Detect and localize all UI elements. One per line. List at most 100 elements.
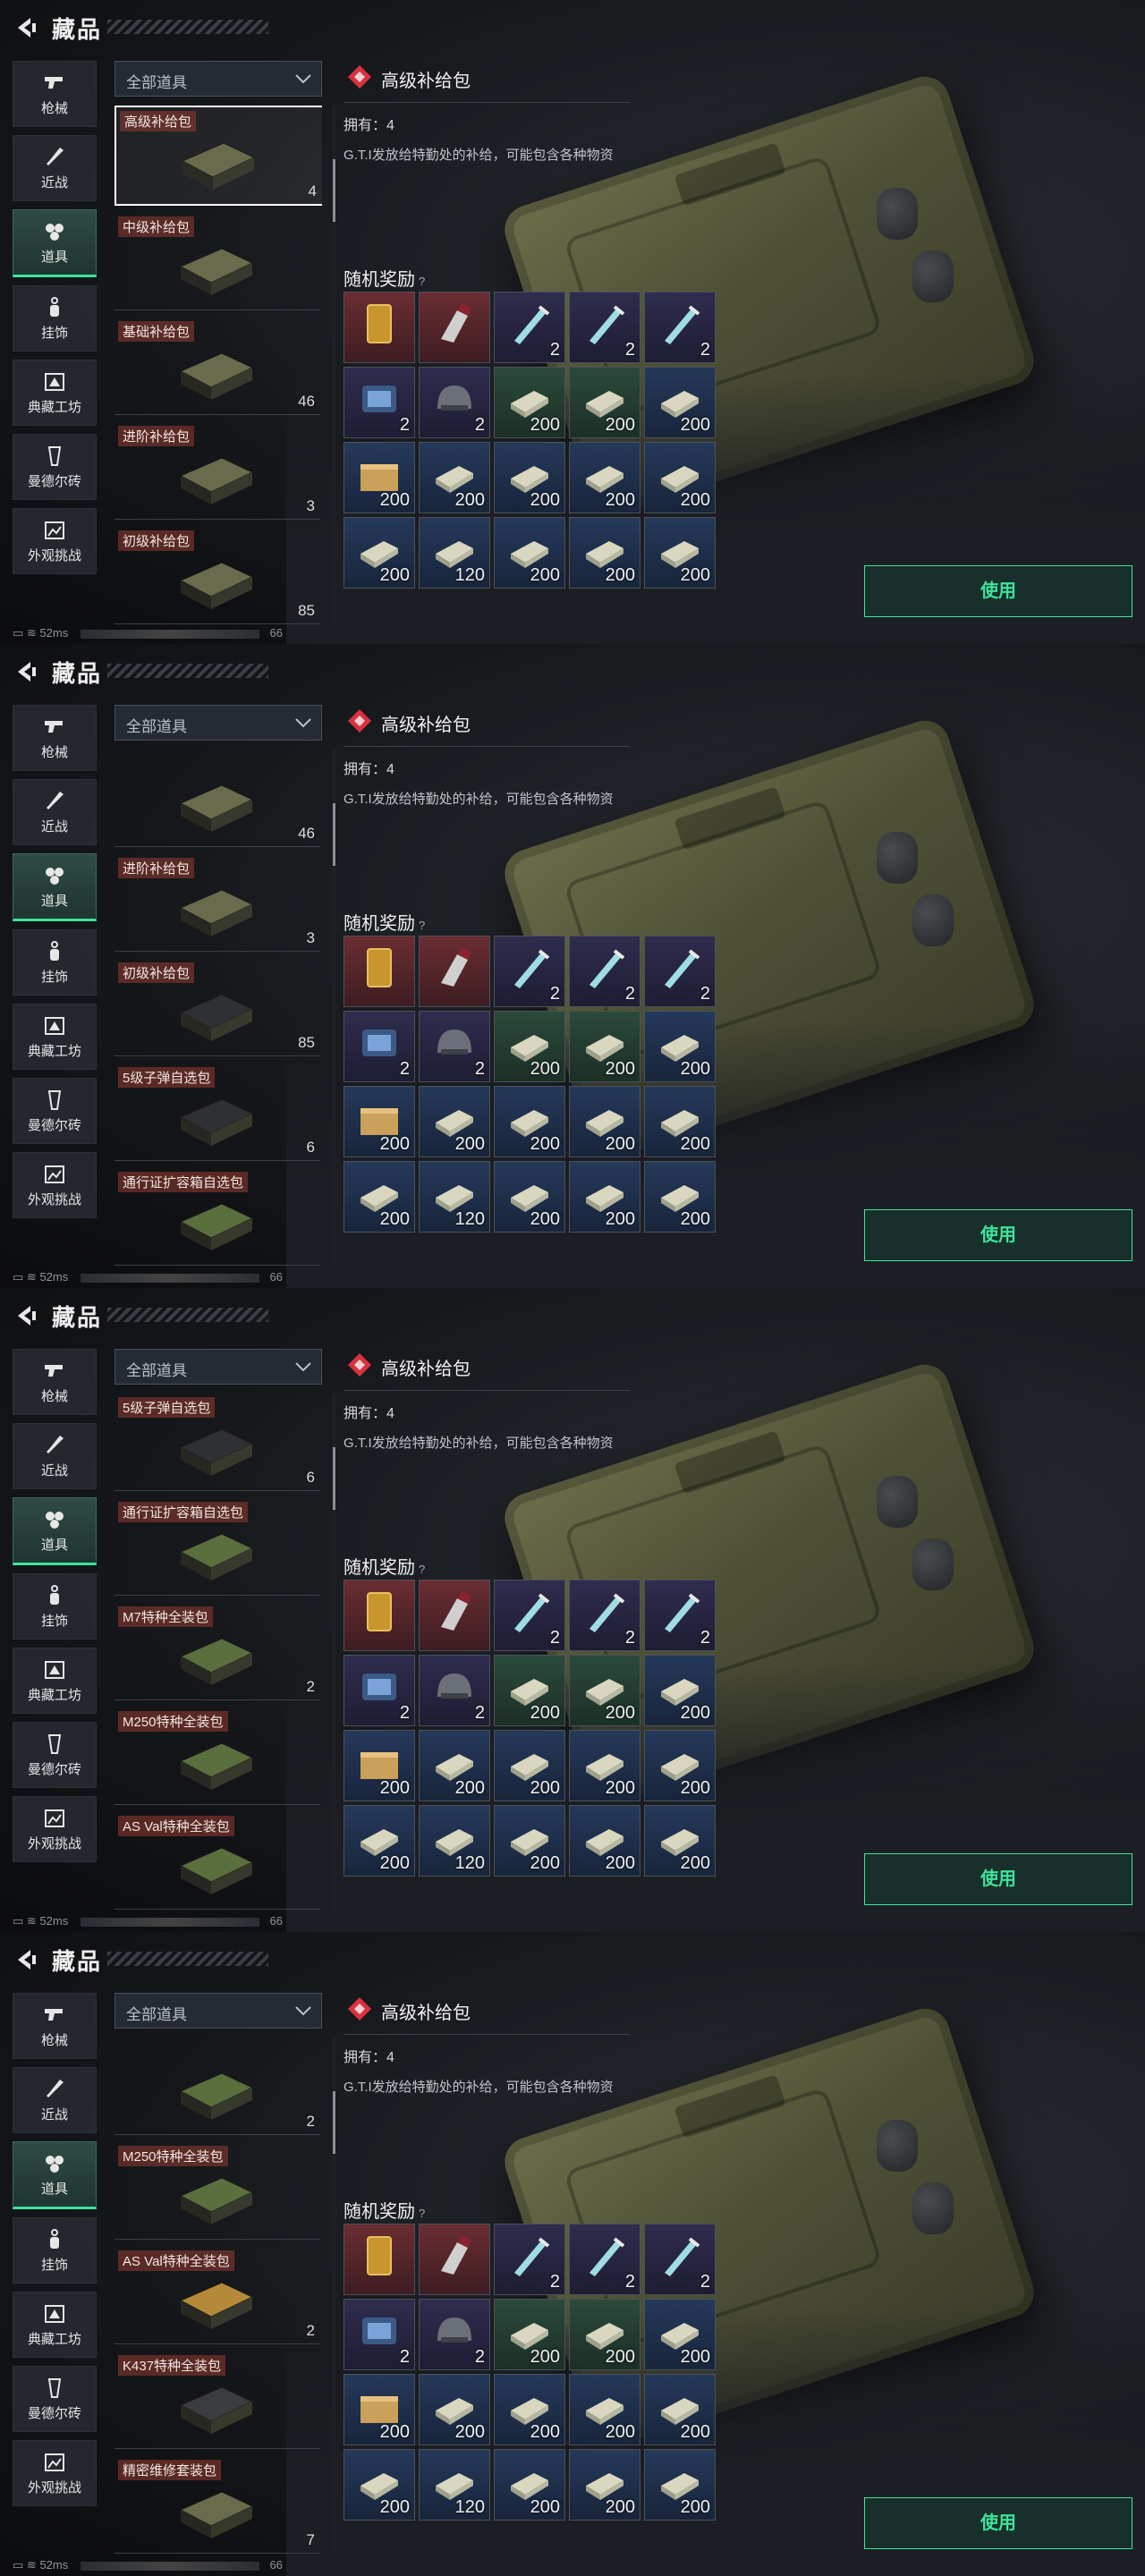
nav-item-gun[interactable]: 枪械: [13, 1993, 97, 2059]
help-icon[interactable]: ?: [419, 2207, 425, 2220]
nav-item-brick[interactable]: 曼德尔砖: [13, 1078, 97, 1144]
nav-item-charm[interactable]: 挂饰: [13, 2217, 97, 2284]
nav-item-items[interactable]: 道具: [13, 853, 97, 921]
reward-cell[interactable]: [344, 2224, 415, 2295]
filter-dropdown[interactable]: 全部道具: [114, 1993, 322, 2029]
reward-cell[interactable]: 200: [494, 2449, 565, 2521]
nav-item-gun[interactable]: 枪械: [13, 705, 97, 771]
reward-cell[interactable]: 200: [344, 1086, 415, 1157]
list-scrollbar[interactable]: [333, 750, 335, 1268]
nav-item-brick[interactable]: 曼德尔砖: [13, 2366, 97, 2432]
reward-cell[interactable]: 200: [644, 2449, 716, 2521]
reward-cell[interactable]: 200: [494, 517, 565, 589]
list-item[interactable]: 初级补给包 85: [114, 527, 320, 624]
list-item[interactable]: 精密维修套装包 7: [114, 2456, 320, 2554]
reward-cell[interactable]: 200: [344, 2449, 415, 2521]
reward-cell[interactable]: 2: [419, 2299, 490, 2370]
list-item[interactable]: 2: [114, 2038, 320, 2135]
reward-cell[interactable]: 200: [644, 1011, 716, 1082]
reward-cell[interactable]: 2: [344, 1011, 415, 1082]
reward-cell[interactable]: 200: [569, 1655, 640, 1726]
reward-cell[interactable]: 2: [344, 2299, 415, 2370]
reward-cell[interactable]: 200: [494, 1086, 565, 1157]
reward-cell[interactable]: 200: [569, 1730, 640, 1801]
list-item[interactable]: 46: [114, 750, 320, 847]
reward-cell[interactable]: 120: [419, 517, 490, 589]
reward-cell[interactable]: 200: [644, 2374, 716, 2445]
back-arrow-icon[interactable]: [13, 1304, 38, 1327]
reward-cell[interactable]: 2: [569, 936, 640, 1007]
reward-cell[interactable]: [419, 292, 490, 363]
list-item[interactable]: 通行证扩容箱自选包: [114, 1498, 320, 1596]
help-icon[interactable]: ?: [419, 1563, 425, 1576]
scrollbar-thumb[interactable]: [333, 803, 335, 866]
list-item[interactable]: 进阶补给包 3: [114, 854, 320, 952]
use-button[interactable]: 使用: [864, 565, 1132, 617]
nav-item-appearance[interactable]: 外观挑战: [13, 2440, 97, 2506]
reward-cell[interactable]: 2: [494, 292, 565, 363]
reward-cell[interactable]: 200: [494, 1805, 565, 1877]
list-item[interactable]: 初级补给包 85: [114, 959, 320, 1056]
nav-item-brick[interactable]: 曼德尔砖: [13, 1722, 97, 1788]
reward-cell[interactable]: 200: [644, 1730, 716, 1801]
reward-cell[interactable]: 2: [494, 2224, 565, 2295]
nav-item-appearance[interactable]: 外观挑战: [13, 1796, 97, 1862]
reward-cell[interactable]: 2: [344, 367, 415, 438]
reward-cell[interactable]: 200: [419, 1086, 490, 1157]
reward-cell[interactable]: 200: [644, 442, 716, 513]
list-item[interactable]: 基础补给包 46: [114, 318, 320, 415]
reward-cell[interactable]: 2: [644, 936, 716, 1007]
reward-cell[interactable]: 2: [644, 1580, 716, 1651]
reward-cell[interactable]: 200: [569, 2374, 640, 2445]
back-arrow-icon[interactable]: [13, 660, 38, 683]
reward-cell[interactable]: 200: [419, 2374, 490, 2445]
reward-cell[interactable]: 2: [419, 1655, 490, 1726]
reward-cell[interactable]: 200: [569, 1805, 640, 1877]
nav-item-knife[interactable]: 近战: [13, 1423, 97, 1489]
list-scrollbar[interactable]: [333, 1394, 335, 1912]
reward-cell[interactable]: 200: [419, 1730, 490, 1801]
nav-item-knife[interactable]: 近战: [13, 779, 97, 845]
nav-item-appearance[interactable]: 外观挑战: [13, 508, 97, 574]
scrollbar-thumb[interactable]: [333, 2091, 335, 2154]
list-scrollbar[interactable]: [333, 2038, 335, 2556]
reward-cell[interactable]: 2: [419, 367, 490, 438]
nav-item-items[interactable]: 道具: [13, 2141, 97, 2209]
nav-item-knife[interactable]: 近战: [13, 135, 97, 201]
reward-cell[interactable]: 200: [494, 367, 565, 438]
filter-dropdown[interactable]: 全部道具: [114, 1349, 322, 1385]
reward-cell[interactable]: 200: [344, 1730, 415, 1801]
scrollbar-thumb[interactable]: [333, 159, 335, 222]
reward-cell[interactable]: 200: [569, 517, 640, 589]
reward-cell[interactable]: 200: [569, 442, 640, 513]
reward-cell[interactable]: 2: [344, 1655, 415, 1726]
reward-cell[interactable]: 200: [569, 2449, 640, 2521]
reward-cell[interactable]: [419, 936, 490, 1007]
reward-cell[interactable]: 200: [644, 2299, 716, 2370]
nav-item-gun[interactable]: 枪械: [13, 1349, 97, 1415]
reward-cell[interactable]: 200: [494, 1011, 565, 1082]
reward-cell[interactable]: 200: [644, 1086, 716, 1157]
reward-cell[interactable]: 200: [494, 2374, 565, 2445]
reward-cell[interactable]: [419, 1580, 490, 1651]
list-item[interactable]: 中级补给包: [114, 213, 320, 310]
use-button[interactable]: 使用: [864, 1853, 1132, 1905]
list-item[interactable]: M250特种全装包: [114, 2142, 320, 2240]
nav-item-gun[interactable]: 枪械: [13, 61, 97, 127]
reward-cell[interactable]: 200: [644, 1161, 716, 1233]
help-icon[interactable]: ?: [419, 275, 425, 288]
back-arrow-icon[interactable]: [13, 1948, 38, 1971]
nav-item-charm[interactable]: 挂饰: [13, 1573, 97, 1640]
reward-cell[interactable]: 2: [419, 1011, 490, 1082]
list-item[interactable]: 进阶补给包 3: [114, 422, 320, 520]
list-item[interactable]: AS Val特种全装包: [114, 1812, 320, 1910]
reward-cell[interactable]: 200: [344, 1161, 415, 1233]
reward-cell[interactable]: 2: [494, 1580, 565, 1651]
reward-cell[interactable]: 200: [644, 367, 716, 438]
list-scrollbar[interactable]: [333, 106, 335, 624]
nav-item-brick[interactable]: 曼德尔砖: [13, 434, 97, 500]
reward-cell[interactable]: 200: [644, 517, 716, 589]
nav-item-workshop[interactable]: 典藏工坊: [13, 2292, 97, 2358]
list-item[interactable]: AS Val特种全装包 2: [114, 2247, 320, 2344]
back-arrow-icon[interactable]: [13, 16, 38, 39]
